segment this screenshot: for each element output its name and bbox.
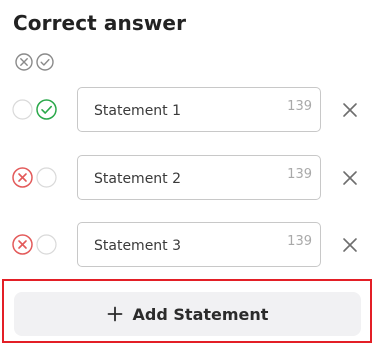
- character-count: 139: [287, 99, 312, 114]
- statement-input[interactable]: Statement 3 139: [77, 222, 321, 267]
- plus-icon: [107, 306, 122, 322]
- answer-toggles: [12, 99, 57, 120]
- character-count: 139: [287, 167, 312, 182]
- mark-wrong-toggle[interactable]: [12, 99, 33, 120]
- close-icon[interactable]: [341, 169, 359, 187]
- answer-legend: [15, 53, 54, 71]
- add-statement-button[interactable]: Add Statement: [14, 292, 361, 336]
- mark-wrong-toggle[interactable]: [12, 167, 33, 188]
- statement-row: Statement 1 139: [0, 87, 382, 135]
- mark-correct-toggle[interactable]: [36, 99, 57, 120]
- character-count: 139: [287, 234, 312, 249]
- statement-input[interactable]: Statement 1 139: [77, 87, 321, 132]
- section-title: Correct answer: [13, 11, 187, 35]
- close-icon[interactable]: [341, 101, 359, 119]
- statement-row: Statement 2 139: [0, 155, 382, 203]
- close-icon[interactable]: [341, 236, 359, 254]
- answer-toggles: [12, 167, 57, 188]
- statement-text: Statement 1: [94, 103, 182, 119]
- circle-x-icon: [15, 53, 33, 71]
- statement-text: Statement 2: [94, 171, 182, 187]
- statement-input[interactable]: Statement 2 139: [77, 155, 321, 200]
- statement-text: Statement 3: [94, 238, 182, 254]
- add-statement-label: Add Statement: [132, 304, 269, 324]
- statement-row: Statement 3 139: [0, 222, 382, 270]
- mark-wrong-toggle[interactable]: [12, 234, 33, 255]
- circle-check-icon: [36, 53, 54, 71]
- mark-correct-toggle[interactable]: [36, 167, 57, 188]
- answer-toggles: [12, 234, 57, 255]
- mark-correct-toggle[interactable]: [36, 234, 57, 255]
